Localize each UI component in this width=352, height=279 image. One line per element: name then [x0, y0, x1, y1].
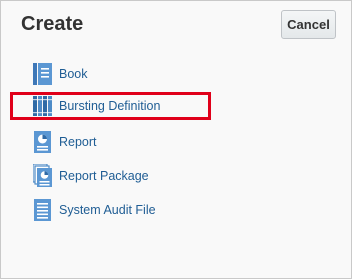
create-item-book[interactable]: Book [33, 62, 88, 86]
report-package-icon [33, 164, 52, 187]
book-icon [33, 63, 52, 85]
create-item-system-audit-file[interactable]: System Audit File [33, 198, 156, 222]
create-item-report-package[interactable]: Report Package [33, 164, 149, 188]
panel-title: Create [21, 13, 84, 35]
report-icon [34, 131, 51, 153]
create-item-label: Report [59, 135, 97, 149]
cancel-button[interactable]: Cancel [281, 10, 336, 39]
create-item-label: Book [59, 67, 88, 81]
create-panel: Create Cancel Book Bursting Definition R… [0, 0, 352, 279]
create-item-report[interactable]: Report [33, 130, 97, 154]
create-item-label: System Audit File [59, 203, 156, 217]
highlight-box [10, 92, 211, 120]
create-item-label: Report Package [59, 169, 149, 183]
audit-file-icon [34, 199, 51, 221]
